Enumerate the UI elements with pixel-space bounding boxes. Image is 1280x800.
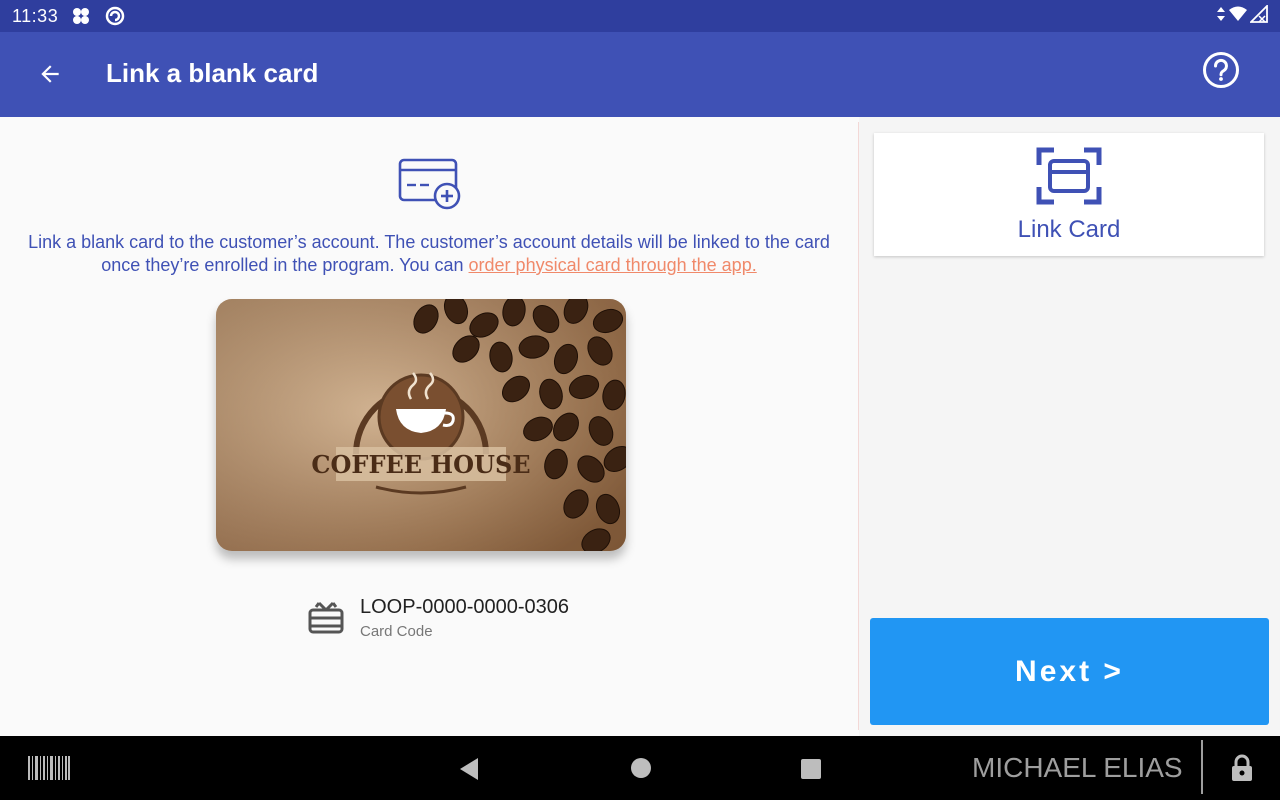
- signal-icon: [1248, 3, 1268, 28]
- lock-icon[interactable]: [1228, 754, 1256, 782]
- card-code-row: LOOP-0000-0000-0306 Card Code: [306, 595, 569, 645]
- nav-recent-icon[interactable]: [799, 757, 823, 781]
- sync-icon: [104, 5, 126, 27]
- nav-home-icon[interactable]: [629, 756, 653, 780]
- scan-card-icon: [1036, 147, 1102, 205]
- navigation-bar: MICHAEL ELIAS: [0, 736, 1280, 800]
- link-card-label: Link Card: [1017, 216, 1121, 243]
- main-content: Link a blank card to the customer’s acco…: [0, 117, 858, 736]
- app-bar: Link a blank card: [0, 32, 1280, 117]
- card-image: COFFEE HOUSE: [216, 299, 626, 551]
- gift-card-icon: [306, 597, 346, 637]
- add-card-icon: [398, 157, 464, 211]
- status-time: 11:33: [12, 5, 59, 26]
- link-card-button[interactable]: Link Card: [874, 133, 1264, 256]
- nav-back-icon[interactable]: [456, 756, 482, 782]
- page-title: Link a blank card: [106, 58, 319, 88]
- card-code-value: LOOP-0000-0000-0306: [360, 596, 570, 618]
- help-icon[interactable]: [1199, 48, 1243, 92]
- side-panel: Link Card Next >: [859, 117, 1280, 736]
- nav-separator: [1201, 740, 1203, 794]
- next-button[interactable]: Next >: [870, 618, 1269, 725]
- description-text: Link a blank card to the customer’s acco…: [20, 231, 838, 277]
- wifi-icon: [1228, 6, 1248, 27]
- svg-text:COFFEE HOUSE: COFFEE HOUSE: [311, 450, 530, 479]
- status-bar: 11:33: [0, 0, 1280, 32]
- card-code-label: Card Code: [360, 623, 433, 640]
- status-right-icons: [1216, 3, 1268, 28]
- back-arrow-icon[interactable]: [30, 54, 70, 94]
- user-name: MICHAEL ELIAS: [972, 752, 1183, 783]
- data-arrows-icon: [1216, 6, 1226, 27]
- barcode-icon[interactable]: [28, 756, 70, 780]
- app-icon: [70, 5, 92, 27]
- order-card-link[interactable]: order physical card through the app.: [469, 255, 757, 275]
